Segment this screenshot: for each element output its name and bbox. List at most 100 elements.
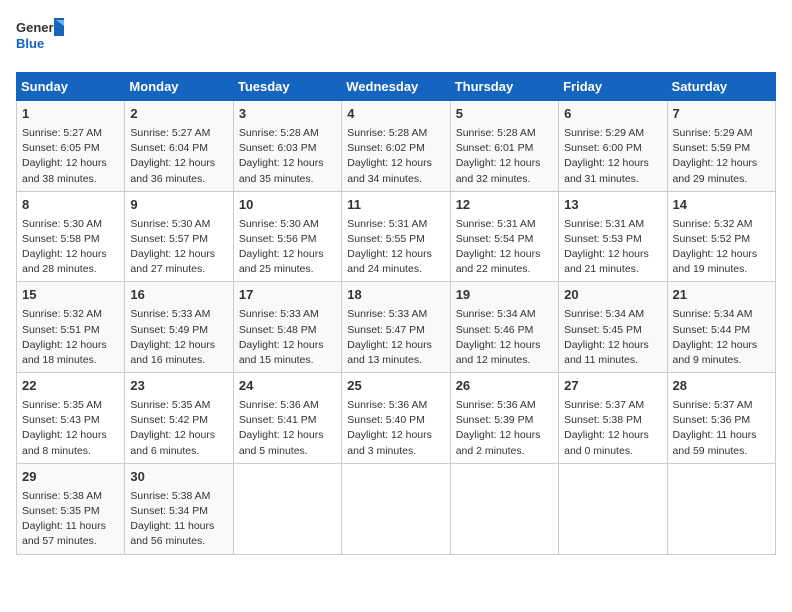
- daylight-minutes: and 57 minutes.: [22, 535, 97, 547]
- sunrise-text: Sunrise: 5:38 AM: [22, 490, 102, 502]
- sunrise-text: Sunrise: 5:27 AM: [22, 127, 102, 139]
- sunrise-text: Sunrise: 5:27 AM: [130, 127, 210, 139]
- daylight-minutes: and 0 minutes.: [564, 445, 633, 457]
- sunrise-text: Sunrise: 5:38 AM: [130, 490, 210, 502]
- daylight-minutes: and 6 minutes.: [130, 445, 199, 457]
- daylight-minutes: and 28 minutes.: [22, 263, 97, 275]
- svg-text:Blue: Blue: [16, 36, 44, 51]
- calendar-cell: 28Sunrise: 5:37 AMSunset: 5:36 PMDayligh…: [667, 373, 775, 464]
- sunset-text: Sunset: 6:01 PM: [456, 142, 534, 154]
- col-header-saturday: Saturday: [667, 73, 775, 101]
- day-number: 21: [673, 286, 770, 305]
- day-number: 27: [564, 377, 661, 396]
- sunset-text: Sunset: 5:45 PM: [564, 324, 642, 336]
- daylight-label: Daylight: 12 hours: [22, 339, 107, 351]
- sunset-text: Sunset: 5:58 PM: [22, 233, 100, 245]
- sunrise-text: Sunrise: 5:37 AM: [673, 399, 753, 411]
- calendar-cell: 1Sunrise: 5:27 AMSunset: 6:05 PMDaylight…: [17, 101, 125, 192]
- daylight-minutes: and 13 minutes.: [347, 354, 422, 366]
- calendar-cell: 6Sunrise: 5:29 AMSunset: 6:00 PMDaylight…: [559, 101, 667, 192]
- sunrise-text: Sunrise: 5:28 AM: [456, 127, 536, 139]
- calendar-cell: 24Sunrise: 5:36 AMSunset: 5:41 PMDayligh…: [233, 373, 341, 464]
- calendar-cell: 20Sunrise: 5:34 AMSunset: 5:45 PMDayligh…: [559, 282, 667, 373]
- calendar-cell: [667, 463, 775, 554]
- sunset-text: Sunset: 5:54 PM: [456, 233, 534, 245]
- logo-svg: General Blue: [16, 16, 66, 60]
- sunrise-text: Sunrise: 5:31 AM: [456, 218, 536, 230]
- calendar-cell: 13Sunrise: 5:31 AMSunset: 5:53 PMDayligh…: [559, 191, 667, 282]
- daylight-minutes: and 27 minutes.: [130, 263, 205, 275]
- daylight-minutes: and 19 minutes.: [673, 263, 748, 275]
- calendar-cell: [342, 463, 450, 554]
- sunset-text: Sunset: 5:35 PM: [22, 505, 100, 517]
- day-number: 29: [22, 468, 119, 487]
- calendar-cell: 14Sunrise: 5:32 AMSunset: 5:52 PMDayligh…: [667, 191, 775, 282]
- sunset-text: Sunset: 5:47 PM: [347, 324, 425, 336]
- daylight-label: Daylight: 12 hours: [239, 429, 324, 441]
- day-number: 26: [456, 377, 553, 396]
- sunset-text: Sunset: 5:48 PM: [239, 324, 317, 336]
- daylight-minutes: and 32 minutes.: [456, 173, 531, 185]
- daylight-label: Daylight: 12 hours: [347, 339, 432, 351]
- calendar-cell: 7Sunrise: 5:29 AMSunset: 5:59 PMDaylight…: [667, 101, 775, 192]
- calendar-cell: 17Sunrise: 5:33 AMSunset: 5:48 PMDayligh…: [233, 282, 341, 373]
- daylight-label: Daylight: 12 hours: [347, 157, 432, 169]
- daylight-minutes: and 9 minutes.: [673, 354, 742, 366]
- calendar-cell: 2Sunrise: 5:27 AMSunset: 6:04 PMDaylight…: [125, 101, 233, 192]
- calendar-cell: 27Sunrise: 5:37 AMSunset: 5:38 PMDayligh…: [559, 373, 667, 464]
- calendar-cell: 19Sunrise: 5:34 AMSunset: 5:46 PMDayligh…: [450, 282, 558, 373]
- sunset-text: Sunset: 6:05 PM: [22, 142, 100, 154]
- daylight-label: Daylight: 12 hours: [130, 157, 215, 169]
- sunset-text: Sunset: 5:43 PM: [22, 414, 100, 426]
- sunrise-text: Sunrise: 5:36 AM: [456, 399, 536, 411]
- calendar-cell: 5Sunrise: 5:28 AMSunset: 6:01 PMDaylight…: [450, 101, 558, 192]
- calendar-cell: 3Sunrise: 5:28 AMSunset: 6:03 PMDaylight…: [233, 101, 341, 192]
- day-number: 8: [22, 196, 119, 215]
- sunset-text: Sunset: 5:49 PM: [130, 324, 208, 336]
- logo: General Blue: [16, 16, 66, 60]
- sunrise-text: Sunrise: 5:35 AM: [22, 399, 102, 411]
- col-header-sunday: Sunday: [17, 73, 125, 101]
- daylight-minutes: and 24 minutes.: [347, 263, 422, 275]
- sunset-text: Sunset: 6:04 PM: [130, 142, 208, 154]
- daylight-label: Daylight: 12 hours: [564, 429, 649, 441]
- daylight-minutes: and 8 minutes.: [22, 445, 91, 457]
- daylight-minutes: and 15 minutes.: [239, 354, 314, 366]
- day-number: 13: [564, 196, 661, 215]
- calendar-cell: 10Sunrise: 5:30 AMSunset: 5:56 PMDayligh…: [233, 191, 341, 282]
- daylight-minutes: and 29 minutes.: [673, 173, 748, 185]
- daylight-label: Daylight: 12 hours: [456, 248, 541, 260]
- daylight-label: Daylight: 12 hours: [22, 248, 107, 260]
- sunset-text: Sunset: 5:44 PM: [673, 324, 751, 336]
- week-row-3: 15Sunrise: 5:32 AMSunset: 5:51 PMDayligh…: [17, 282, 776, 373]
- calendar-cell: 25Sunrise: 5:36 AMSunset: 5:40 PMDayligh…: [342, 373, 450, 464]
- daylight-minutes: and 3 minutes.: [347, 445, 416, 457]
- sunset-text: Sunset: 5:57 PM: [130, 233, 208, 245]
- daylight-label: Daylight: 12 hours: [456, 339, 541, 351]
- sunset-text: Sunset: 5:51 PM: [22, 324, 100, 336]
- daylight-label: Daylight: 12 hours: [130, 429, 215, 441]
- week-row-4: 22Sunrise: 5:35 AMSunset: 5:43 PMDayligh…: [17, 373, 776, 464]
- daylight-label: Daylight: 12 hours: [456, 429, 541, 441]
- sunrise-text: Sunrise: 5:33 AM: [347, 308, 427, 320]
- sunrise-text: Sunrise: 5:30 AM: [22, 218, 102, 230]
- sunset-text: Sunset: 5:46 PM: [456, 324, 534, 336]
- day-number: 24: [239, 377, 336, 396]
- daylight-label: Daylight: 12 hours: [456, 157, 541, 169]
- week-row-5: 29Sunrise: 5:38 AMSunset: 5:35 PMDayligh…: [17, 463, 776, 554]
- header-row: SundayMondayTuesdayWednesdayThursdayFrid…: [17, 73, 776, 101]
- calendar-cell: [559, 463, 667, 554]
- daylight-minutes: and 18 minutes.: [22, 354, 97, 366]
- day-number: 18: [347, 286, 444, 305]
- sunrise-text: Sunrise: 5:35 AM: [130, 399, 210, 411]
- sunset-text: Sunset: 5:55 PM: [347, 233, 425, 245]
- calendar-cell: 22Sunrise: 5:35 AMSunset: 5:43 PMDayligh…: [17, 373, 125, 464]
- day-number: 12: [456, 196, 553, 215]
- day-number: 17: [239, 286, 336, 305]
- sunset-text: Sunset: 5:34 PM: [130, 505, 208, 517]
- daylight-label: Daylight: 12 hours: [673, 339, 758, 351]
- day-number: 30: [130, 468, 227, 487]
- day-number: 7: [673, 105, 770, 124]
- day-number: 19: [456, 286, 553, 305]
- sunrise-text: Sunrise: 5:29 AM: [564, 127, 644, 139]
